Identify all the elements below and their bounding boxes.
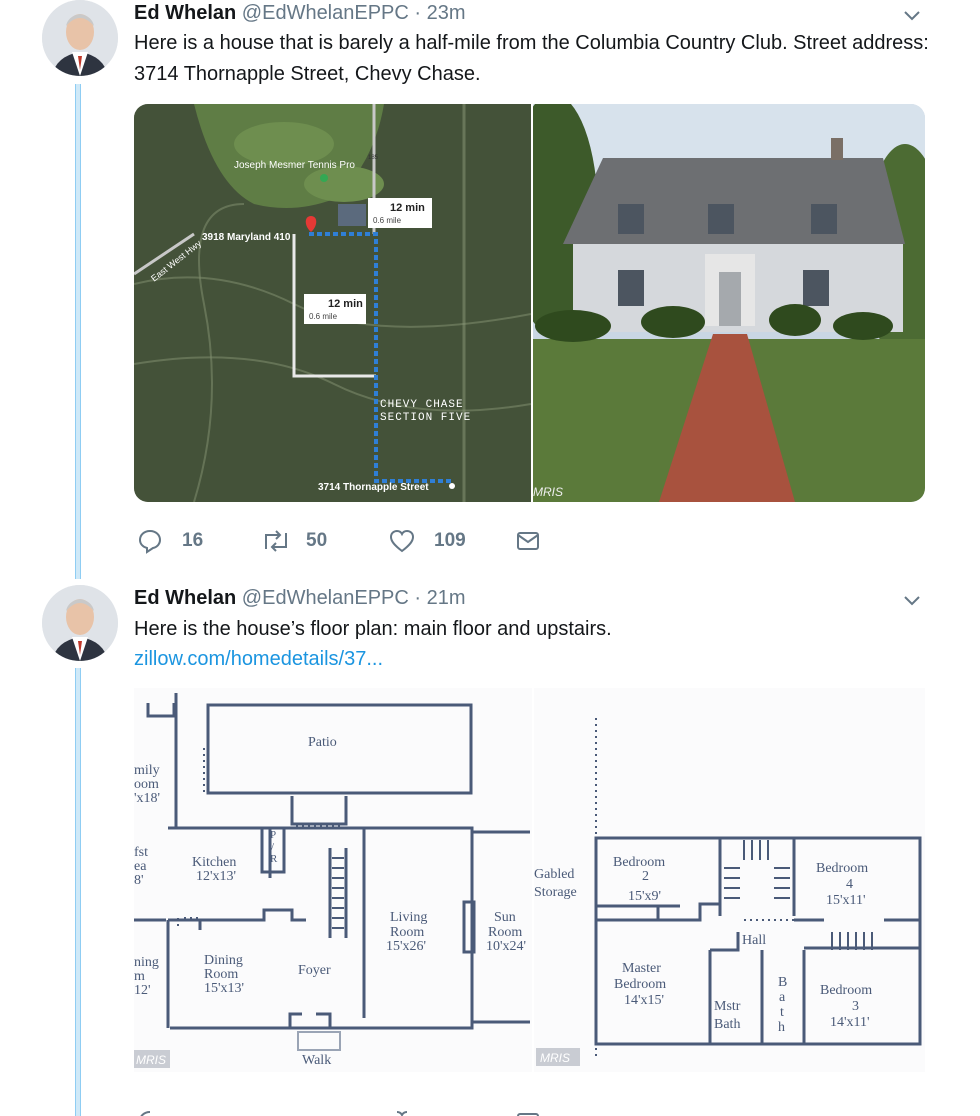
plan-breakfast-3: 8' — [134, 873, 144, 888]
plan-patio: Patio — [308, 735, 337, 750]
plan-dining-cut-1: ning — [134, 955, 159, 970]
map-image[interactable]: Joseph Mesmer Tennis Pro 3918 Maryland 4… — [134, 104, 531, 502]
plan-living-3: 15'x26' — [386, 939, 426, 954]
map-label-destination: 3714 Thornapple Street — [318, 482, 429, 493]
reply-count: 16 — [182, 530, 204, 551]
plan-dining-2: Room — [204, 967, 238, 982]
tweet-actions-partial — [136, 1108, 556, 1116]
floor-plan-main[interactable]: Patio mily oom 'x18' fst ea 8' Kitchen 1… — [134, 688, 532, 1072]
route-a-time: 12 min — [390, 202, 425, 214]
separator: · — [414, 587, 422, 609]
author-name[interactable]: Ed Whelan — [134, 587, 236, 609]
tweet-media[interactable]: Joseph Mesmer Tennis Pro 3918 Maryland 4… — [134, 104, 925, 502]
retweet-button[interactable]: 50 — [260, 527, 327, 555]
plan-family-2: oom — [134, 777, 159, 792]
like-count: 109 — [434, 530, 466, 551]
plan-bed2-3: 15'x9' — [628, 889, 661, 904]
plan-sun-3: 10'x24' — [486, 939, 526, 954]
plan-bed3-3: 14'x11' — [830, 1015, 870, 1030]
plan-bath-3: t — [780, 1005, 784, 1020]
chevron-down-icon[interactable] — [900, 4, 924, 28]
plan-bath-4: h — [778, 1020, 785, 1035]
route-a-dist: 0.6 mile — [373, 216, 402, 225]
plan-bed3-2: 3 — [852, 999, 859, 1014]
reply-icon — [138, 529, 162, 554]
plan-walk: Walk — [302, 1053, 331, 1068]
plan-family-1: mily — [134, 763, 160, 778]
reply-button[interactable]: 16 — [136, 527, 203, 555]
plan-dining-cut-2: m — [134, 969, 145, 984]
plan-breakfast-2: ea — [134, 859, 147, 874]
retweet-count: 50 — [306, 530, 328, 551]
plan-bath-2: a — [779, 990, 786, 1005]
plan-master-2: Bedroom — [614, 977, 666, 992]
plan-bed3-1: Bedroom — [820, 983, 872, 998]
plan-sun-2: Room — [488, 925, 522, 940]
route-b-time: 12 min — [328, 298, 363, 310]
reply-icon[interactable] — [136, 1108, 164, 1116]
floor-plan-upstairs[interactable]: Gabled Storage Bedroom 2 15'x9' Bedroom … — [534, 688, 925, 1072]
tweet-text: Here is the house’s floor plan: main flo… — [134, 618, 612, 640]
direct-message-button[interactable] — [514, 527, 542, 555]
photo-watermark: MRIS — [533, 485, 563, 499]
route-b-dist: 0.6 mile — [309, 312, 338, 321]
author-handle[interactable]: @EdWhelanEPPC — [242, 2, 409, 24]
house-photo[interactable]: MRIS — [533, 104, 925, 502]
plan-living-2: Room — [390, 925, 424, 940]
plan-kitchen: Kitchen — [192, 855, 236, 870]
timestamp[interactable]: 21m — [427, 587, 466, 609]
mail-icon — [517, 532, 539, 550]
author-name[interactable]: Ed Whelan — [134, 2, 236, 24]
author-handle[interactable]: @EdWhelanEPPC — [242, 587, 409, 609]
mail-icon[interactable] — [514, 1108, 542, 1116]
tweet-text: Here is a house that is barely a half-mi… — [134, 32, 929, 85]
map-label-tennis: Joseph Mesmer Tennis Pro — [234, 160, 355, 171]
like-button[interactable]: 109 — [388, 527, 466, 555]
timestamp[interactable]: 23m — [427, 2, 466, 24]
plan-dining-cut-3: 12' — [134, 983, 151, 998]
plan-dining-1: Dining — [204, 953, 243, 968]
plan-bed4-1: Bedroom — [816, 861, 868, 876]
retweet-icon — [265, 530, 287, 552]
plan-bed2-2: 2 — [642, 869, 649, 884]
tweet-header: Ed Whelan @EdWhelanEPPC · 21m — [134, 587, 466, 610]
heart-icon — [389, 529, 415, 553]
tweet-media[interactable]: Patio mily oom 'x18' fst ea 8' Kitchen 1… — [134, 688, 925, 1072]
separator: · — [414, 2, 422, 24]
chevron-down-icon[interactable] — [900, 589, 924, 613]
plan-storage-2: Storage — [534, 885, 577, 900]
map-label-area-2: SECTION FIVE — [380, 412, 471, 424]
plan-living-1: Living — [390, 910, 427, 925]
plan-master-3: 14'x15' — [624, 993, 664, 1008]
plan-main-watermark: MRIS — [136, 1053, 166, 1067]
avatar[interactable] — [42, 585, 118, 661]
plan-pr-1: P — [270, 829, 276, 841]
plan-pr-3: R — [270, 853, 278, 865]
map-label-origin: 3918 Maryland 410 — [202, 232, 291, 243]
plan-foyer: Foyer — [298, 963, 331, 978]
plan-mstr-bath-1: Mstr — [714, 999, 741, 1014]
heart-icon[interactable] — [388, 1108, 416, 1116]
plan-bed4-2: 4 — [846, 877, 853, 892]
tweet-link[interactable]: zillow.com/homedetails/37... — [134, 648, 383, 671]
plan-family-3: 'x18' — [134, 791, 160, 806]
plan-kitchen-size: 12'x13' — [196, 869, 236, 884]
plan-dining-3: 15'x13' — [204, 981, 244, 996]
plan-bed4-3: 15'x11' — [826, 893, 866, 908]
plan-bed2-1: Bedroom — [613, 855, 665, 870]
plan-storage-1: Gabled — [534, 867, 574, 882]
plan-hall: Hall — [742, 933, 766, 948]
plan-bath-1: B — [778, 975, 787, 990]
map-label-area: CHEVY CHASE — [380, 399, 464, 411]
avatar[interactable] — [42, 0, 118, 76]
plan-breakfast-1: fst — [134, 845, 148, 860]
plan-sun-1: Sun — [494, 910, 516, 925]
plan-mstr-bath-2: Bath — [714, 1017, 740, 1032]
thread-line — [75, 84, 81, 579]
plan-up-watermark: MRIS — [540, 1051, 570, 1065]
road-number: 185 — [368, 155, 379, 161]
thread-line — [75, 668, 81, 1116]
tweet-header: Ed Whelan @EdWhelanEPPC · 23m — [134, 2, 466, 25]
plan-master-1: Master — [622, 961, 661, 976]
